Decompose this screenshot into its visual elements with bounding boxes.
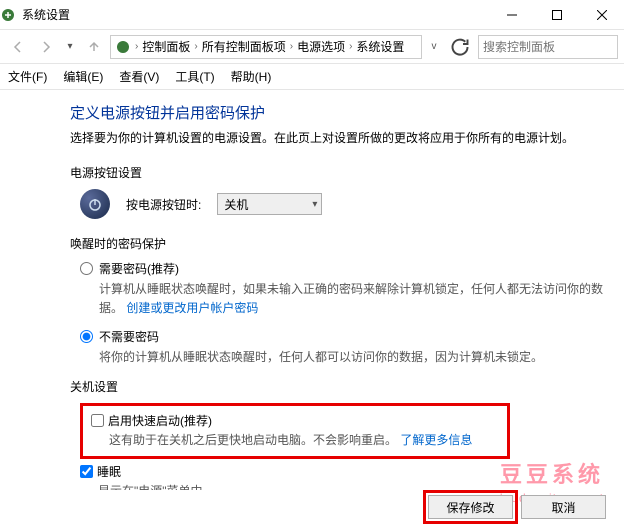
section-power-button: 电源按钮设置: [70, 164, 604, 181]
breadcrumb-item[interactable]: 电源选项: [297, 38, 345, 55]
window-title: 系统设置: [22, 6, 489, 23]
back-button[interactable]: [6, 35, 30, 59]
menu-tools[interactable]: 工具(T): [175, 68, 214, 85]
checkbox-sleep[interactable]: [80, 465, 93, 478]
menubar: 文件(F) 编辑(E) 查看(V) 工具(T) 帮助(H): [0, 64, 624, 90]
breadcrumb[interactable]: › 控制面板 › 所有控制面板项 › 电源选项 › 系统设置: [110, 35, 422, 59]
link-learn-more[interactable]: 了解更多信息: [400, 433, 472, 447]
save-button[interactable]: 保存修改: [428, 495, 513, 519]
menu-help[interactable]: 帮助(H): [231, 68, 272, 85]
forward-button[interactable]: [34, 35, 58, 59]
radio-no-password[interactable]: [80, 330, 93, 343]
checkbox-label: 睡眠: [97, 463, 121, 480]
chevron-right-icon: ›: [290, 41, 293, 52]
checkbox-description: 这有助于在关机之后更快地启动电脑。不会影响重启。 了解更多信息: [91, 431, 499, 448]
power-plan-icon: [115, 39, 131, 55]
menu-file[interactable]: 文件(F): [8, 68, 47, 85]
radio-description: 计算机从睡眠状态唤醒时，如果未输入正确的密码来解除计算机锁定，任何人都无法访问你…: [99, 280, 604, 318]
history-dropdown[interactable]: ▾: [62, 41, 78, 52]
page-description: 选择要为你的计算机设置的电源设置。在此页上对设置所做的更改将应用于你所有的电源计…: [70, 129, 604, 146]
page-title: 定义电源按钮并启用密码保护: [70, 102, 604, 123]
maximize-button[interactable]: [534, 0, 579, 30]
chevron-right-icon: ›: [194, 41, 197, 52]
breadcrumb-item[interactable]: 控制面板: [142, 38, 190, 55]
section-wake-password: 唤醒时的密码保护: [70, 235, 604, 252]
checkbox-label: 启用快速启动(推荐): [108, 412, 212, 429]
close-button[interactable]: [579, 0, 624, 30]
checkbox-fast-startup[interactable]: [91, 414, 104, 427]
address-dropdown[interactable]: v: [426, 41, 442, 52]
section-shutdown: 关机设置: [70, 378, 604, 395]
checkbox-description: 显示在"电源"菜单中。: [80, 482, 604, 490]
navbar: ▾ › 控制面板 › 所有控制面板项 › 电源选项 › 系统设置 v: [0, 30, 624, 64]
cancel-button[interactable]: 取消: [521, 495, 606, 519]
up-button[interactable]: [82, 35, 106, 59]
breadcrumb-item[interactable]: 所有控制面板项: [202, 38, 286, 55]
titlebar: 系统设置: [0, 0, 624, 30]
radio-require-password[interactable]: [80, 262, 93, 275]
breadcrumb-item[interactable]: 系统设置: [356, 38, 404, 55]
radio-label: 不需要密码: [99, 328, 543, 345]
chevron-right-icon: ›: [135, 41, 138, 52]
chevron-right-icon: ›: [349, 41, 352, 52]
power-button-label: 按电源按钮时:: [126, 196, 201, 213]
menu-edit[interactable]: 编辑(E): [63, 68, 103, 85]
app-icon: [0, 7, 16, 23]
power-button-dropdown[interactable]: 关机: [217, 193, 322, 215]
content: 定义电源按钮并启用密码保护 选择要为你的计算机设置的电源设置。在此页上对设置所做…: [0, 90, 624, 490]
highlight-box: 启用快速启动(推荐) 这有助于在关机之后更快地启动电脑。不会影响重启。 了解更多…: [80, 403, 510, 459]
search-input[interactable]: [478, 35, 618, 59]
refresh-button[interactable]: [448, 35, 472, 59]
power-icon: [80, 189, 110, 219]
menu-view[interactable]: 查看(V): [119, 68, 159, 85]
minimize-button[interactable]: [489, 0, 534, 30]
footer: 保存修改 取消: [428, 495, 606, 519]
radio-label: 需要密码(推荐): [99, 260, 604, 277]
link-change-password[interactable]: 创建或更改用户帐户密码: [126, 301, 258, 315]
radio-description: 将你的计算机从睡眠状态唤醒时，任何人都可以访问你的数据，因为计算机未锁定。: [99, 348, 543, 367]
